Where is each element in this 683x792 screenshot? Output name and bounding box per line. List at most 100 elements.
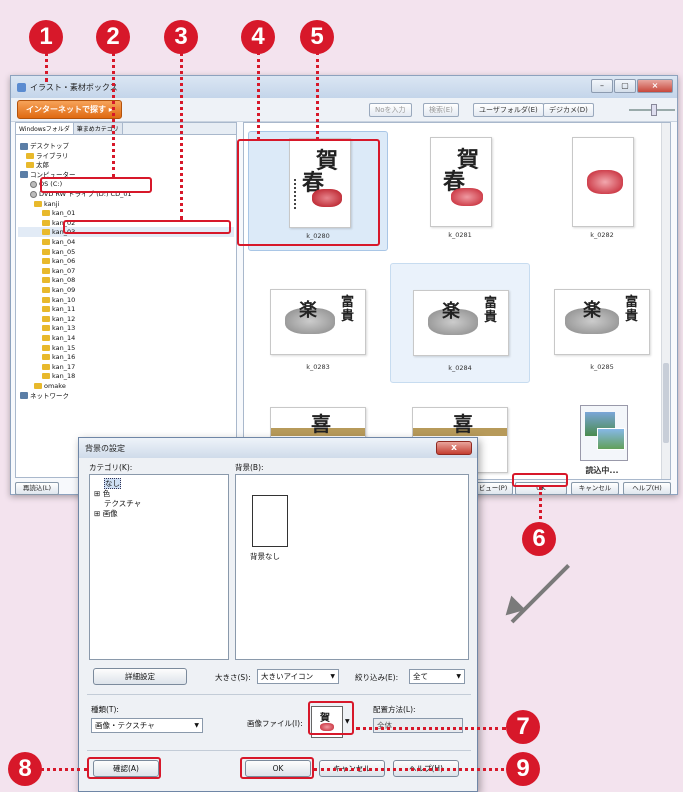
search-button[interactable]: 検索(E) — [423, 103, 459, 117]
image-item[interactable]: 楽 富貴 k_0283 — [248, 263, 388, 383]
tree-node[interactable]: kan_02 — [42, 218, 75, 228]
tree-tabs: Windowsフォルダ 筆まめカテゴリ — [16, 123, 236, 135]
tree-node-label: kan_17 — [52, 362, 76, 371]
tree-node[interactable]: kan_12 — [42, 314, 75, 324]
tree-node[interactable]: kan_13 — [42, 323, 75, 333]
tree-node[interactable]: kan_11 — [42, 304, 75, 314]
tree-node-label: kan_18 — [52, 372, 76, 381]
leader-line-7 — [356, 727, 506, 730]
image-file-label: 画像ファイル(I): — [247, 719, 303, 728]
category-label: カテゴリ(K): — [89, 463, 133, 472]
tree-node[interactable]: OS (C:) — [30, 179, 62, 189]
image-item[interactable]: k_0282 — [532, 131, 670, 251]
tree-node[interactable]: kan_09 — [42, 285, 75, 295]
expand-icon[interactable]: ⊞ — [94, 509, 100, 518]
image-file-dropdown-icon[interactable]: ▼ — [345, 718, 350, 725]
internet-search-button[interactable]: インターネットで探す ▸ — [17, 100, 122, 119]
step-marker-1: 1 — [29, 20, 63, 54]
image-item-loading[interactable]: 読込中... — [532, 395, 670, 479]
dialog-close-icon[interactable]: x — [436, 441, 472, 455]
tree-node[interactable]: DVD RW ドライブ (D:) CD_01 — [30, 189, 132, 199]
tree-node[interactable]: kan_08 — [42, 275, 75, 285]
image-item[interactable]: 楽 富貴 k_0284 — [390, 263, 530, 383]
maximize-icon[interactable]: ▢ — [614, 79, 636, 93]
tree-node[interactable]: kan_14 — [42, 333, 75, 343]
tree-node[interactable]: kan_15 — [42, 343, 75, 353]
detail-settings-button[interactable]: 詳細設定 — [93, 668, 187, 685]
tree-node-label: kan_06 — [52, 257, 76, 266]
tree-node[interactable]: kan_04 — [42, 237, 75, 247]
size-select[interactable]: 大きいアイコン ▼ — [257, 669, 339, 684]
tree-node[interactable]: kan_03 — [42, 227, 75, 237]
filter-select[interactable]: 全て ▼ — [409, 669, 465, 684]
dialog-ok-button[interactable]: OK — [245, 760, 311, 777]
tree-node[interactable]: omake — [34, 381, 66, 391]
kanji-glyph: 富貴 — [341, 295, 355, 324]
tree-node[interactable]: kanji — [34, 199, 59, 209]
tab-fudemame-category[interactable]: 筆まめカテゴリ — [73, 123, 123, 134]
leader-line-8 — [40, 768, 88, 771]
tree-node-label: kan_07 — [52, 266, 76, 275]
tree-node[interactable]: kan_18 — [42, 371, 75, 381]
filter-value: 全て — [413, 672, 428, 681]
window-title: イラスト・素材ボックス — [30, 82, 118, 92]
tree-node-label: kan_04 — [52, 238, 76, 246]
separator — [87, 694, 471, 695]
leader-line-9 — [314, 768, 504, 771]
layout-select[interactable]: 全体 — [373, 718, 463, 733]
tree-node[interactable]: kan_05 — [42, 247, 75, 257]
tree-node[interactable]: 太郎 — [26, 160, 49, 170]
tab-windows-folder[interactable]: Windowsフォルダ — [16, 123, 74, 134]
category-item-color[interactable]: ⊞ 色 — [94, 489, 141, 499]
background-none-caption: 背景なし — [250, 552, 280, 561]
preview-button[interactable]: ビュー(P) — [473, 482, 513, 495]
tree-node[interactable]: デスクトップ — [20, 141, 69, 151]
tree-node[interactable]: kan_01 — [42, 208, 75, 218]
reload-button[interactable]: 再読込(L) — [15, 482, 59, 495]
zoom-slider[interactable] — [629, 104, 675, 116]
main-help-button[interactable]: ヘルプ(H) — [623, 482, 671, 495]
type-select[interactable]: 画像・テクスチャ ▼ — [91, 718, 203, 733]
leader-line-5 — [316, 52, 319, 140]
kanji-glyph: 楽 — [299, 300, 317, 321]
tree-node[interactable]: kan_17 — [42, 362, 75, 372]
image-item[interactable]: 楽 富貴 k_0285 — [532, 263, 670, 383]
category-label-text: 画像 — [102, 509, 118, 518]
image-thumbnail: 賀 春 — [289, 138, 351, 228]
tree-node[interactable]: kan_06 — [42, 256, 75, 266]
image-item[interactable]: 賀 春 k_0281 — [390, 131, 530, 251]
slider-thumb[interactable] — [651, 104, 657, 116]
tree-node-label: kan_13 — [52, 324, 76, 333]
leader-line-1 — [45, 52, 48, 82]
kanji-glyph: 楽 — [442, 301, 460, 322]
confirm-button[interactable]: 確認(A) — [93, 760, 159, 777]
category-item-none[interactable]: なし — [94, 478, 141, 489]
expand-icon[interactable]: ⊞ — [94, 489, 100, 498]
tree-node[interactable]: ライブラリ — [26, 151, 69, 161]
step-marker-3: 3 — [164, 20, 198, 54]
image-item[interactable]: 賀 春 k_0280 — [248, 131, 388, 251]
folder-icon — [42, 267, 50, 274]
image-thumbnail: 賀 春 — [430, 137, 492, 227]
computer-icon — [20, 392, 28, 400]
minimize-icon[interactable]: – — [591, 79, 613, 93]
main-cancel-button[interactable]: キャンセル — [571, 482, 619, 495]
tree-node[interactable]: kan_16 — [42, 352, 75, 362]
tree-node[interactable]: コンピューター — [20, 170, 76, 180]
background-label: 背景(B): — [235, 463, 264, 472]
background-none-item[interactable] — [252, 495, 288, 547]
category-item-image[interactable]: ⊞ 画像 — [94, 509, 141, 519]
user-folder-button[interactable]: ユーザフォルダ(E) — [473, 103, 544, 117]
kanji-glyph: 富貴 — [484, 296, 498, 325]
tree-node[interactable]: kan_10 — [42, 295, 75, 305]
close-icon[interactable]: × — [637, 79, 673, 93]
folder-icon — [42, 344, 50, 351]
digicam-button[interactable]: デジカメ(D) — [543, 103, 594, 117]
image-file-preview[interactable]: 賀 — [311, 706, 343, 738]
category-item-texture[interactable]: テクスチャ — [94, 499, 141, 509]
tree-node[interactable]: ネットワーク — [20, 391, 69, 401]
photo-icon — [597, 428, 625, 450]
image-caption: k_0284 — [448, 364, 472, 372]
tree-node[interactable]: kan_07 — [42, 266, 75, 276]
no-input-button[interactable]: Noを入力 — [369, 103, 412, 117]
